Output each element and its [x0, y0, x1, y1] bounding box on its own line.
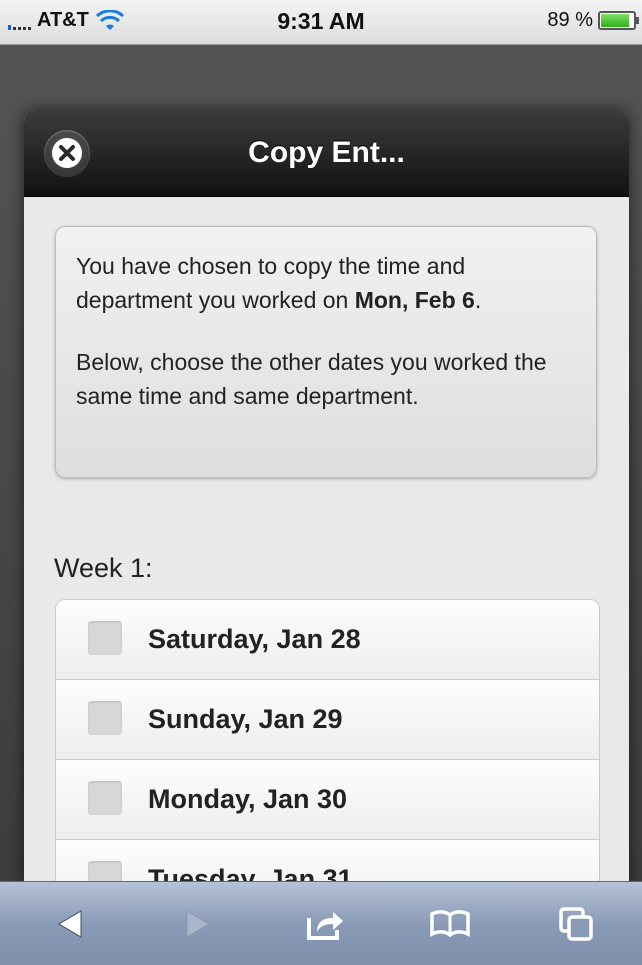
share-button[interactable] — [303, 904, 347, 944]
info-line1-suffix: . — [474, 287, 482, 313]
forward-icon — [186, 910, 210, 938]
day-row-saturday[interactable]: Saturday, Jan 28 — [56, 600, 599, 680]
battery-icon — [598, 11, 639, 30]
day-label: Monday, Jan 30 — [148, 784, 348, 814]
bookmarks-icon — [430, 910, 470, 938]
browser-toolbar — [0, 881, 642, 965]
back-icon — [58, 910, 82, 938]
day-row-monday[interactable]: Monday, Jan 30 — [56, 760, 599, 840]
dialog-header: Copy Ent... — [24, 110, 629, 197]
battery-fill — [601, 14, 630, 27]
dialog-title: Copy Ent... — [248, 136, 405, 169]
status-time: 9:31 AM — [277, 8, 365, 34]
day-checkbox[interactable] — [88, 701, 122, 735]
share-icon — [307, 912, 343, 940]
info-paragraph-1: You have chosen to copy the time and dep… — [76, 249, 578, 317]
forward-button[interactable] — [176, 904, 220, 944]
day-checkbox[interactable] — [88, 781, 122, 815]
battery-percent: 89 % — [547, 9, 593, 31]
week-label: Week 1: — [54, 553, 153, 583]
copy-entry-dialog: Copy Ent... You have chosen to copy the … — [24, 110, 629, 890]
bookmarks-button[interactable] — [428, 904, 472, 944]
status-bar: AT&T 9:31 AM 89 % — [0, 0, 642, 45]
day-label: Sunday, Jan 29 — [148, 704, 343, 734]
day-row-sunday[interactable]: Sunday, Jan 29 — [56, 680, 599, 760]
tabs-button[interactable] — [554, 904, 598, 944]
selected-date: Mon, Feb 6 — [354, 287, 475, 313]
back-button[interactable] — [48, 904, 92, 944]
info-message: You have chosen to copy the time and dep… — [55, 226, 597, 478]
day-list: Saturday, Jan 28 Sunday, Jan 29 Monday, … — [55, 599, 600, 890]
tabs-icon — [559, 907, 593, 941]
day-checkbox[interactable] — [88, 621, 122, 655]
info-paragraph-2: Below, choose the other dates you worked… — [76, 349, 547, 409]
day-label: Saturday, Jan 28 — [148, 624, 361, 654]
status-right: 89 % — [547, 9, 639, 32]
